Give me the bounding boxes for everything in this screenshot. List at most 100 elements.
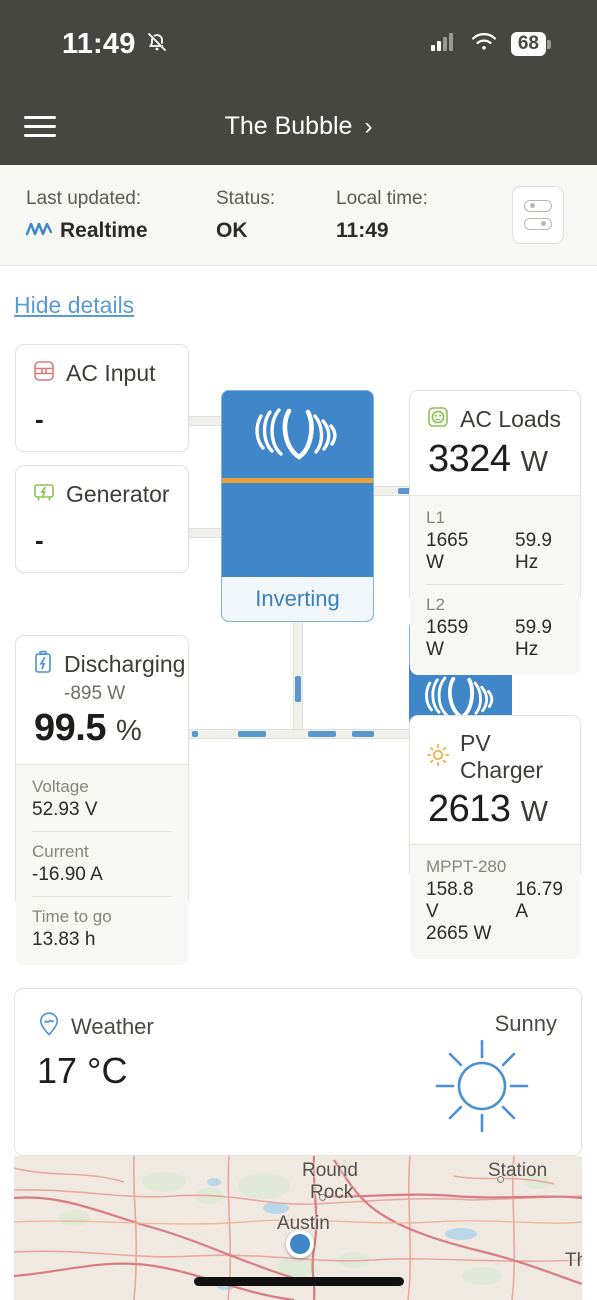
ac-loads-title-row: AC Loads: [426, 405, 564, 434]
app-root: 11:49 68 The Bubble › Last updated: Real…: [0, 0, 597, 1300]
toggle-switch-bottom: [524, 218, 552, 230]
current-location-dot: [286, 1230, 314, 1258]
phase-power: 1659 W: [426, 617, 469, 660]
grid-input-icon: [32, 359, 56, 388]
line-acinput-inverter: [188, 416, 223, 426]
battery-percent-label: 68: [510, 32, 546, 56]
battery-nub: [547, 39, 551, 49]
generator-title: Generator: [66, 481, 170, 507]
pv-charger-title: PV Charger: [460, 730, 544, 783]
pv-tracker-current: 16.79 A: [515, 879, 563, 922]
battery-soc-value: 99.5: [34, 707, 106, 749]
pv-charger-power-value: 2613: [428, 788, 511, 830]
ac-loads-title: AC Loads: [460, 406, 562, 432]
hamburger-line: [24, 125, 56, 128]
map-city-dot: [319, 1194, 326, 1201]
last-updated-label: Last updated:: [26, 187, 142, 209]
status-block: Status: OK: [216, 188, 275, 243]
battery-status: 68: [510, 32, 551, 56]
cellular-signal-icon: [430, 32, 457, 56]
pv-charger-power-unit: W: [520, 796, 548, 828]
map-label: Th: [565, 1250, 582, 1271]
map-label: Round: [302, 1160, 358, 1181]
map-label: Rock: [310, 1182, 354, 1203]
energy-flow-diagram: AC Input - Generator - Inverting AC Load…: [0, 340, 597, 970]
site-selector[interactable]: The Bubble ›: [0, 112, 597, 141]
pv-tracker-name: MPPT-280: [426, 857, 507, 876]
phase-row: L2 1659 W 59.9 Hz: [426, 595, 564, 661]
phase-frequency: 59.9 Hz: [515, 530, 552, 573]
toggle-switch-top: [524, 200, 552, 212]
pulse-wave-icon: [25, 219, 53, 243]
battery-soc-unit: %: [116, 715, 142, 747]
generator-value: -: [35, 525, 44, 555]
ac-input-value: -: [35, 404, 44, 434]
status-badge: OK: [216, 218, 248, 242]
battery-details: Voltage 52.93 V Current -16.90 A Time to…: [16, 764, 188, 965]
ac-input-head: AC Input -: [16, 345, 188, 435]
pv-charger-power: 2613 W: [426, 784, 564, 844]
inverter-node[interactable]: Inverting: [221, 390, 374, 917]
generator-head: Generator -: [16, 466, 188, 556]
generator-card[interactable]: Generator -: [15, 465, 189, 573]
hamburger-menu-icon[interactable]: [24, 116, 56, 137]
phase-power: 1665 W: [426, 530, 469, 573]
toggles-icon[interactable]: [512, 186, 564, 244]
ac-input-card[interactable]: AC Input -: [15, 344, 189, 452]
hide-details-link[interactable]: Hide details: [14, 292, 134, 319]
local-time-label: Local time:: [336, 187, 428, 209]
divider: [32, 831, 172, 832]
pv-charger-card[interactable]: PV Charger 2613 W MPPT-280 158.8 V 16.79…: [409, 715, 581, 959]
inverter-divider: [221, 478, 374, 483]
last-updated-value-row: Realtime: [25, 218, 148, 243]
ac-loads-power: 3324 W: [426, 434, 564, 495]
battery-detail-label: Voltage: [32, 777, 89, 796]
ac-loads-card[interactable]: AC Loads 3324 W L1 1665 W 59.9 Hz L2 165…: [409, 390, 581, 675]
home-indicator: [193, 1277, 404, 1286]
nav-bar: The Bubble ›: [0, 88, 597, 165]
divider: [32, 896, 172, 897]
battery-card[interactable]: Discharging -895 W 99.5 % Voltage 52.93 …: [15, 635, 189, 965]
last-updated-value: Realtime: [60, 218, 148, 242]
phase-row: L1 1665 W 59.9 Hz: [426, 508, 564, 574]
pv-tracker-power: 2665 W: [426, 923, 492, 944]
battery-detail-row: Time to go 13.83 h: [32, 907, 172, 951]
weather-title: Weather: [71, 1013, 154, 1039]
divider: [426, 584, 564, 585]
battery-soc: 99.5 %: [32, 705, 172, 764]
ac-loads-head: AC Loads 3324 W: [410, 391, 580, 495]
victron-logo-icon: [251, 404, 343, 466]
battery-title-row: Discharging: [32, 650, 185, 679]
sun-icon: [426, 743, 450, 772]
battery-detail-label: Time to go: [32, 907, 112, 926]
generator-icon: [32, 480, 56, 509]
phase-name: L2: [426, 595, 445, 614]
battery-bolt-icon: [32, 650, 54, 679]
battery-detail-row: Voltage 52.93 V: [32, 777, 172, 821]
pv-charger-head: PV Charger 2613 W: [410, 716, 580, 844]
generator-title-row: Generator: [32, 480, 172, 509]
battery-detail-row: Current -16.90 A: [32, 842, 172, 886]
status-bar-right: 68: [430, 32, 551, 56]
wifi-icon: [471, 32, 497, 56]
status-label: Status:: [216, 187, 276, 209]
pv-tracker-voltage: 158.8 V: [426, 879, 474, 922]
weather-title-row: Weather: [37, 1011, 154, 1042]
status-bar-clock: 11:49: [62, 27, 136, 60]
ac-loads-power-value: 3324: [428, 438, 511, 480]
chevron-right-icon: ›: [364, 112, 373, 140]
location-pin-wave-icon: [37, 1011, 61, 1042]
info-strip: Last updated: Realtime Status: OK Local …: [0, 165, 597, 266]
pv-charger-title-row: PV Charger: [426, 730, 564, 784]
battery-head: Discharging -895 W 99.5 %: [16, 636, 188, 764]
inverter-box: [221, 390, 374, 577]
ac-input-title-row: AC Input: [32, 359, 172, 388]
battery-detail-value: -16.90 A: [32, 864, 103, 885]
phase-frequency: 59.9 Hz: [515, 617, 552, 660]
page-title: The Bubble: [224, 112, 353, 140]
battery-state-label: Discharging: [64, 651, 186, 677]
weather-card[interactable]: Weather Sunny 17 °C: [14, 988, 582, 1156]
power-socket-icon: [426, 405, 450, 434]
sun-icon: [429, 1033, 535, 1144]
local-time-block: Local time: 11:49: [336, 188, 428, 243]
